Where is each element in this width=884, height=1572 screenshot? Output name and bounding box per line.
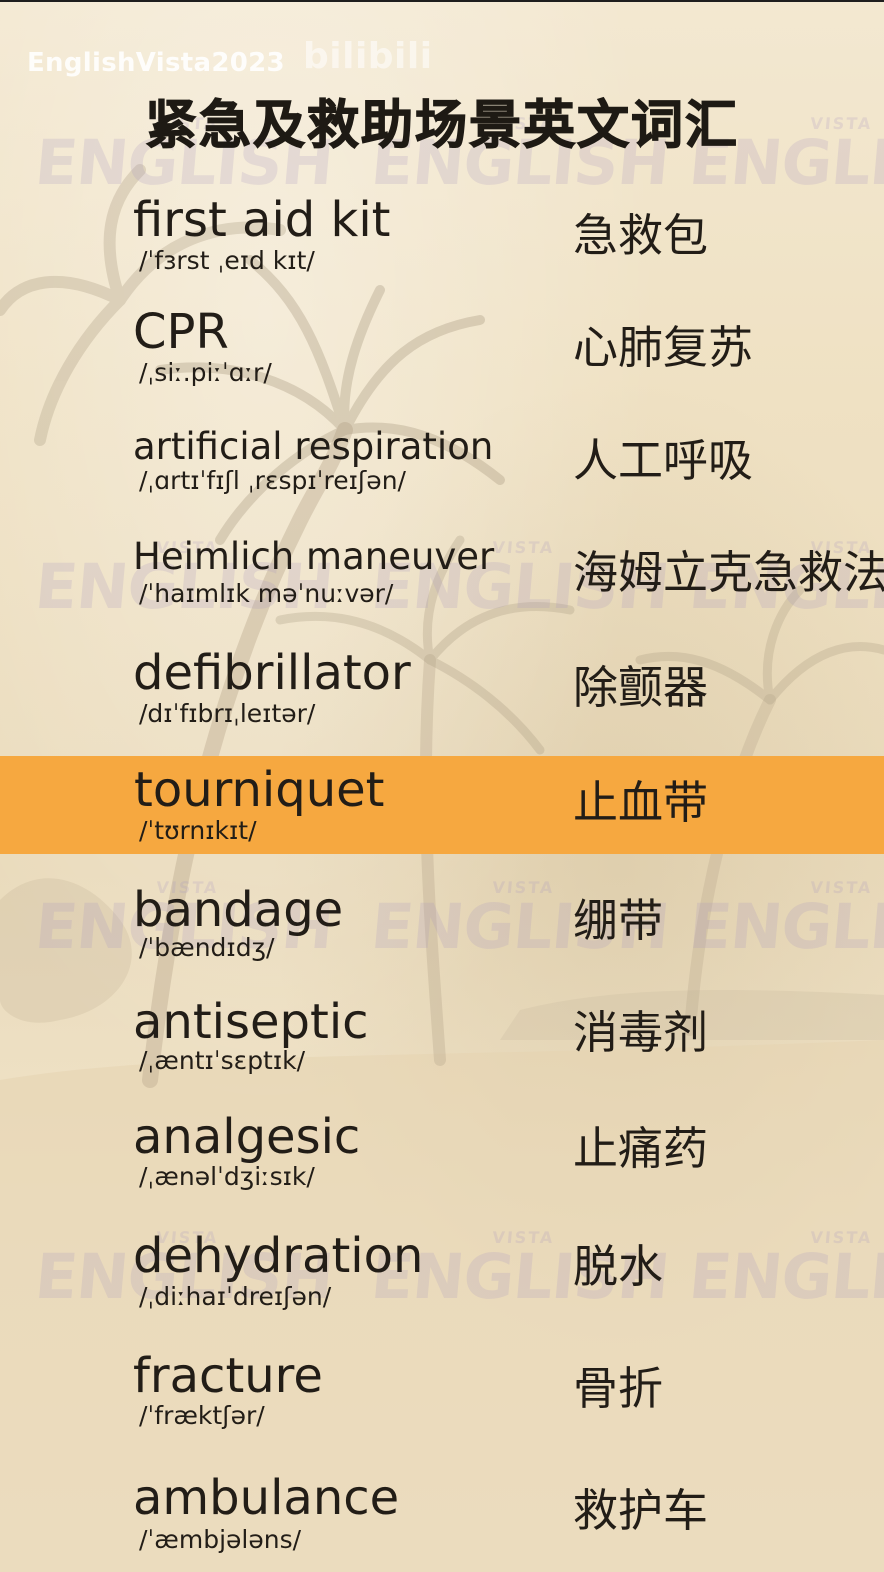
vocab-meaning: 绷带: [573, 894, 664, 947]
top-border: [0, 0, 884, 2]
vocab-phonetic: /ˌɑrtɪˈfɪʃl ˌrɛspɪˈreɪʃən/: [139, 466, 406, 495]
vocab-phonetic: /ˌæntɪˈsɛptɪk/: [139, 1046, 306, 1075]
vocab-phonetic: /ˈfræktʃər/: [139, 1401, 265, 1430]
vocab-word: fracture: [133, 1348, 323, 1404]
vocab-word: bandage: [133, 882, 344, 938]
vocab-phonetic: /ˈbændɪdʒ/: [139, 933, 275, 962]
vocab-meaning: 人工呼吸: [573, 434, 754, 487]
video-frame: VISTA ENGLISH VISTA ENGLISH VISTA ENGLIS…: [0, 0, 884, 1572]
vocab-row: fracture /ˈfræktʃər/ 骨折: [0, 1348, 884, 1446]
vocab-row: Heimlich maneuver /ˈhaɪmlɪk məˈnuːvər/ 海…: [0, 530, 884, 628]
vocab-phonetic: /ˈhaɪmlɪk məˈnuːvər/: [139, 579, 394, 608]
vocab-meaning: 脱水: [573, 1240, 664, 1293]
vocab-word: dehydration: [133, 1228, 424, 1284]
vocab-phonetic: /ˌsiː.piːˈɑːr/: [139, 358, 272, 387]
vocab-word: tourniquet: [134, 762, 385, 818]
vocab-word: defibrillator: [133, 645, 411, 701]
vocab-word: analgesic: [133, 1109, 361, 1165]
vocab-phonetic: /dɪˈfɪbrɪˌleɪtər/: [139, 699, 316, 728]
vocab-row: CPR /ˌsiː.piːˈɑːr/ 心肺复苏: [0, 303, 884, 401]
vocab-phonetic: /ˈfɜrst ˌeɪd kɪt/: [139, 246, 315, 275]
vocab-meaning: 心肺复苏: [573, 321, 754, 374]
vocab-row: analgesic /ˌænəlˈdʒiːsɪk/ 止痛药: [0, 1110, 884, 1208]
channel-name: EnglishVista2023: [27, 48, 285, 78]
vocab-row: artificial respiration /ˌɑrtɪˈfɪʃl ˌrɛsp…: [0, 418, 884, 516]
vocab-phonetic: /ˈæmbjələns/: [139, 1525, 302, 1554]
vocab-phonetic: /ˌænəlˈdʒiːsɪk/: [139, 1162, 315, 1191]
vocab-meaning: 救护车: [573, 1484, 709, 1537]
vocab-meaning: 骨折: [573, 1362, 664, 1415]
vocab-row: dehydration /ˌdiːhaɪˈdreɪʃən/ 脱水: [0, 1228, 884, 1326]
vocab-row-highlighted: tourniquet /ˈtʊrnɪkɪt/ 止血带: [0, 756, 884, 854]
vocab-meaning: 除颤器: [573, 661, 709, 714]
vocab-word: CPR: [133, 304, 229, 360]
vocab-word: Heimlich maneuver: [133, 535, 495, 578]
vocab-meaning: 止痛药: [573, 1122, 709, 1175]
vocab-row: defibrillator /dɪˈfɪbrɪˌleɪtər/ 除颤器: [0, 643, 884, 741]
vocab-phonetic: /ˌdiːhaɪˈdreɪʃən/: [139, 1282, 332, 1311]
vocab-meaning: 止血带: [573, 776, 709, 829]
vocab-meaning: 消毒剂: [573, 1006, 709, 1059]
vocab-row: ambulance /ˈæmbjələns/ 救护车: [0, 1470, 884, 1568]
vocab-word: ambulance: [133, 1470, 400, 1526]
vocab-row: antiseptic /ˌæntɪˈsɛptɪk/ 消毒剂: [0, 994, 884, 1092]
vocab-meaning: 急救包: [573, 209, 709, 262]
vocab-phonetic: /ˈtʊrnɪkɪt/: [139, 816, 257, 845]
vocab-word: antiseptic: [133, 994, 369, 1050]
vocab-row: first aid kit /ˈfɜrst ˌeɪd kɪt/ 急救包: [0, 191, 884, 289]
page-title: 紧急及救助场景英文词汇: [144, 95, 739, 156]
vocab-row: bandage /ˈbændɪdʒ/ 绷带: [0, 882, 884, 980]
vocab-word: first aid kit: [133, 192, 391, 248]
vocab-word: artificial respiration: [133, 425, 494, 468]
platform-logo: bilibili: [303, 36, 433, 77]
vocab-meaning: 海姆立克急救法: [573, 546, 884, 599]
